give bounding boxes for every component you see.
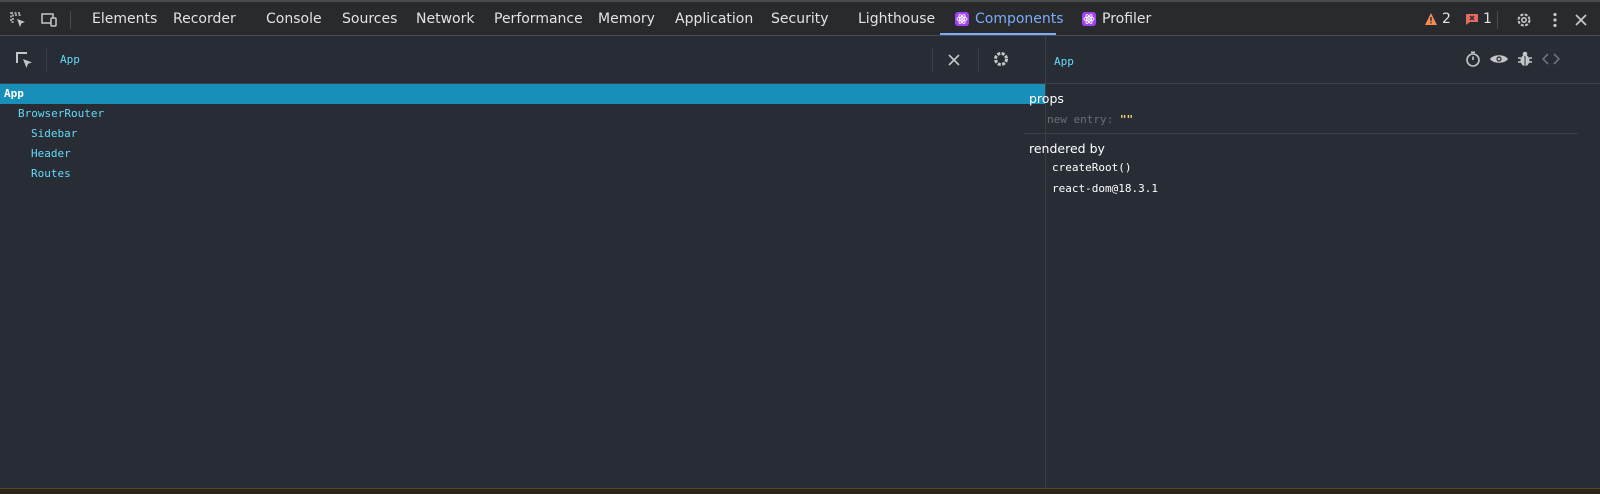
tree-item-sidebar[interactable]: Sidebar: [31, 124, 77, 144]
tab-label: Profiler: [1102, 11, 1152, 27]
tab-label: Application: [675, 11, 754, 27]
new-entry-placeholder: new entry: [1047, 113, 1107, 126]
react-icon: [955, 12, 969, 26]
toolbar-divider: [46, 48, 47, 72]
tree-item-app[interactable]: App: [4, 84, 24, 104]
tab-recorder[interactable]: Recorder: [173, 2, 236, 36]
settings-icon[interactable]: [1514, 10, 1534, 30]
active-tab-indicator: [940, 33, 1056, 35]
device-toolbar-icon[interactable]: [39, 10, 59, 30]
selected-component-name: App: [1054, 55, 1074, 68]
toolbar-divider: [932, 48, 933, 72]
stopwatch-icon[interactable]: [1464, 50, 1482, 68]
tab-label: Components: [975, 11, 1064, 27]
selected-row-highlight: [0, 84, 1045, 104]
bug-icon[interactable]: [1516, 50, 1534, 68]
tab-label: Performance: [494, 11, 583, 27]
select-element-icon[interactable]: [14, 50, 34, 70]
rendered-by-section-title: rendered by: [1029, 141, 1105, 156]
rendered-by-item: createRoot(): [1052, 161, 1132, 174]
toolbar-divider: [70, 11, 71, 29]
new-entry-value: "": [1119, 113, 1134, 126]
eye-icon[interactable]: [1489, 50, 1509, 68]
inspect-element-icon[interactable]: [8, 10, 28, 30]
tab-sources[interactable]: Sources: [342, 2, 397, 36]
error-icon: [1466, 14, 1478, 25]
owners-breadcrumb[interactable]: App: [60, 53, 80, 66]
tab-label: Security: [771, 11, 829, 27]
tab-label: Console: [266, 11, 322, 27]
warnings-counter[interactable]: 2: [1424, 11, 1451, 27]
close-icon[interactable]: [1571, 10, 1591, 30]
new-prop-entry[interactable]: new entry: "": [1047, 113, 1133, 126]
tab-components[interactable]: Components: [955, 2, 1064, 36]
tab-label: Network: [416, 11, 475, 27]
rendered-by-item: react-dom@18.3.1: [1052, 182, 1158, 195]
tab-security[interactable]: Security: [771, 2, 829, 36]
tree-item-routes[interactable]: Routes: [31, 164, 71, 184]
react-icon: [1082, 12, 1096, 26]
tab-label: Sources: [342, 11, 398, 27]
warnings-count: 2: [1442, 11, 1451, 27]
toolbar-divider: [1497, 11, 1498, 29]
more-vert-icon[interactable]: [1545, 10, 1565, 30]
props-section-title: props: [1029, 91, 1064, 106]
warning-icon: [1425, 13, 1437, 25]
tree-item-header[interactable]: Header: [31, 144, 71, 164]
tab-application[interactable]: Application: [675, 2, 753, 36]
gear-icon[interactable]: [992, 50, 1010, 68]
drawer-edge: [0, 488, 1600, 494]
tree-item-browserrouter[interactable]: BrowserRouter: [18, 104, 104, 124]
tab-lighthouse[interactable]: Lighthouse: [858, 2, 935, 36]
source-code-icon[interactable]: [1541, 50, 1561, 68]
tab-label: Recorder: [173, 11, 236, 27]
toolbar-divider: [978, 48, 979, 72]
tree-toolbar: App: [0, 36, 1045, 84]
errors-count: 1: [1483, 11, 1492, 27]
tab-network[interactable]: Network: [416, 2, 474, 36]
colon: :: [1106, 113, 1120, 126]
section-divider: [1024, 133, 1578, 134]
tab-console[interactable]: Console: [266, 2, 322, 36]
tab-label: Elements: [92, 11, 158, 27]
tab-elements[interactable]: Elements: [92, 2, 157, 36]
clear-search-icon[interactable]: [946, 52, 962, 68]
inspector-header: App: [1046, 36, 1600, 84]
tab-label: Memory: [598, 11, 655, 27]
component-tree-panel: App App BrowserRouter Sidebar Header Rou…: [0, 36, 1045, 488]
component-inspector-panel: App props new entry: "" rendered by crea…: [1024, 36, 1600, 488]
tab-label: Lighthouse: [858, 11, 936, 27]
tab-memory[interactable]: Memory: [598, 2, 655, 36]
tab-performance[interactable]: Performance: [494, 2, 583, 36]
errors-counter[interactable]: 1: [1465, 11, 1492, 27]
devtools-toolbar: Elements Recorder Console Sources Networ…: [0, 0, 1600, 36]
tab-profiler[interactable]: Profiler: [1082, 2, 1151, 36]
